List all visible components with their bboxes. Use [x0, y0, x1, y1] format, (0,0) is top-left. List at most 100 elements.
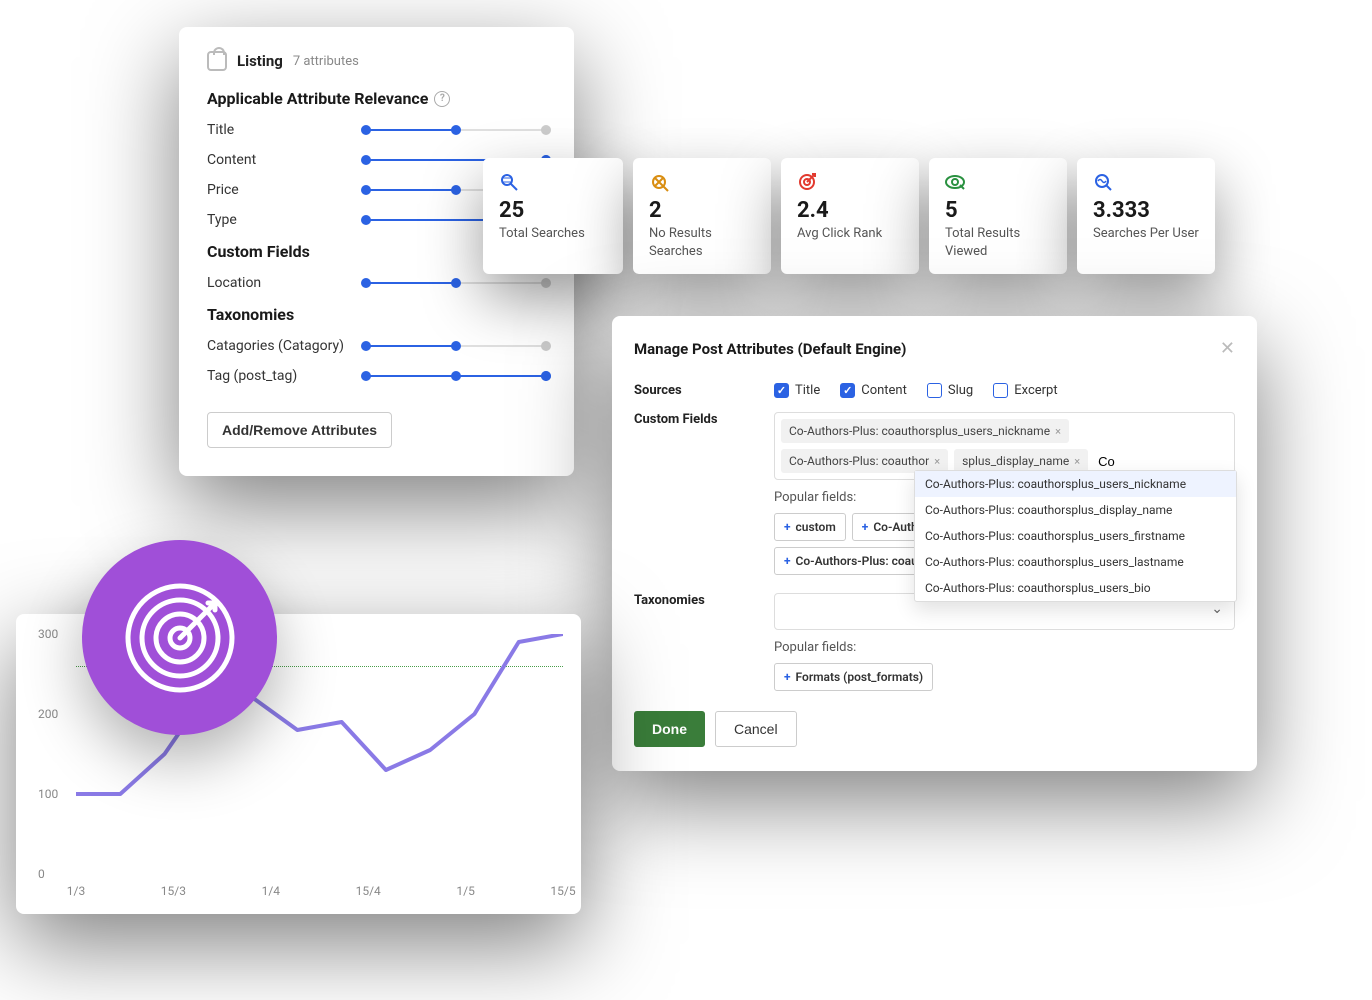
stat-value: 2: [649, 198, 755, 223]
stat-icon: [1093, 172, 1113, 192]
y-axis-tick: 100: [38, 787, 58, 801]
stat-icon: [797, 172, 817, 192]
checkbox-label: Slug: [948, 383, 973, 398]
checkbox-label: Title: [795, 383, 820, 398]
source-checkbox[interactable]: Content: [840, 383, 907, 398]
slider-label: Price: [207, 182, 239, 198]
section-label: Custom Fields: [207, 242, 310, 261]
bag-icon: [207, 51, 227, 71]
dropdown-item[interactable]: Co-Authors-Plus: coauthorsplus_users_bio: [915, 575, 1236, 601]
checkbox-icon: [774, 383, 789, 398]
stat-value: 25: [499, 198, 607, 223]
slider-label: Location: [207, 275, 261, 291]
listing-header: Listing 7 attributes: [207, 51, 546, 71]
checkbox-icon: [840, 383, 855, 398]
section-label: Applicable Attribute Relevance: [207, 89, 428, 108]
dropdown-item[interactable]: Co-Authors-Plus: coauthorsplus_users_las…: [915, 549, 1236, 575]
stat-label: Searches Per User: [1093, 225, 1199, 243]
sources-label: Sources: [634, 383, 774, 398]
manage-button-row: Done Cancel: [634, 711, 1235, 747]
listing-title: Listing: [237, 52, 283, 70]
x-axis-tick: 1/5: [456, 884, 474, 898]
custom-fields-label: Custom Fields: [634, 412, 774, 427]
stat-label: Total Searches: [499, 225, 607, 243]
slider-label: Tag (post_tag): [207, 368, 297, 384]
dropdown-item[interactable]: Co-Authors-Plus: coauthorsplus_users_nic…: [915, 471, 1236, 497]
popular-field-pill[interactable]: + Formats (post_formats): [774, 663, 933, 691]
source-checkbox[interactable]: Title: [774, 383, 820, 398]
stat-card: 5 Total Results Viewed: [929, 158, 1067, 274]
manage-header: Manage Post Attributes (Default Engine) …: [634, 338, 1235, 359]
radar-icon: [120, 578, 240, 698]
plus-icon: +: [784, 670, 791, 684]
taxonomies-row: Taxonomies Popular fields: + Formats (po…: [634, 593, 1235, 691]
cancel-button[interactable]: Cancel: [715, 711, 797, 747]
section-label: Taxonomies: [207, 305, 294, 324]
relevance-slider[interactable]: [366, 125, 546, 135]
stat-value: 5: [945, 198, 1051, 223]
relevance-slider[interactable]: [366, 341, 546, 351]
help-icon[interactable]: ?: [434, 91, 450, 107]
stat-icon: [945, 172, 965, 192]
sources-row: Sources Title Content Slug Excerpt: [634, 383, 1235, 398]
plus-icon: +: [784, 554, 791, 568]
taxonomies-label: Taxonomies: [634, 593, 774, 608]
stat-label: No Results Searches: [649, 225, 755, 260]
autocomplete-dropdown: Co-Authors-Plus: coauthorsplus_users_nic…: [914, 470, 1237, 602]
section-taxonomies: Taxonomies: [207, 305, 546, 324]
popular-taxonomies: + Formats (post_formats): [774, 663, 1235, 691]
tag-remove-icon[interactable]: ×: [934, 455, 940, 468]
relevance-slider[interactable]: [366, 278, 546, 288]
close-icon[interactable]: ✕: [1220, 338, 1235, 359]
stat-icon: [649, 172, 669, 192]
section-attribute-relevance: Applicable Attribute Relevance ?: [207, 89, 546, 108]
stat-card: 3.333 Searches Per User: [1077, 158, 1215, 274]
slider-label: Title: [207, 122, 234, 138]
slider-label: Content: [207, 152, 256, 168]
plus-icon: +: [862, 520, 869, 534]
y-axis-tick: 200: [38, 707, 58, 721]
stat-card: 25 Total Searches: [483, 158, 623, 274]
stat-card: 2 No Results Searches: [633, 158, 771, 274]
dropdown-item[interactable]: Co-Authors-Plus: coauthorsplus_display_n…: [915, 497, 1236, 523]
source-checkbox[interactable]: Slug: [927, 383, 973, 398]
radar-badge: [82, 540, 277, 735]
slider-row: Catagories (Catagory): [207, 338, 546, 354]
source-checkbox[interactable]: Excerpt: [993, 383, 1057, 398]
stat-icon: [499, 172, 519, 192]
x-axis-tick: 1/4: [262, 884, 280, 898]
stats-row: 25 Total Searches 2 No Results Searches …: [483, 158, 1215, 274]
slider-row: Location: [207, 275, 546, 291]
attribute-count: 7 attributes: [293, 54, 359, 69]
popular-field-pill[interactable]: + custom: [774, 513, 846, 541]
checkbox-icon: [993, 383, 1008, 398]
tag-remove-icon[interactable]: ×: [1074, 455, 1080, 468]
slider-label: Catagories (Catagory): [207, 338, 344, 354]
custom-fields-row: Custom Fields Co-Authors-Plus: coauthors…: [634, 412, 1235, 575]
checkbox-label: Excerpt: [1014, 383, 1057, 398]
add-remove-attributes-button[interactable]: Add/Remove Attributes: [207, 412, 392, 448]
y-axis-tick: 300: [38, 627, 58, 641]
relevance-slider[interactable]: [366, 371, 546, 381]
stat-label: Avg Click Rank: [797, 225, 903, 243]
checkbox-label: Content: [861, 383, 907, 398]
manage-post-attributes-panel: Manage Post Attributes (Default Engine) …: [612, 316, 1257, 771]
x-axis-tick: 1/3: [67, 884, 85, 898]
sources-group: Title Content Slug Excerpt: [774, 383, 1235, 398]
slider-row: Title: [207, 122, 546, 138]
stat-value: 2.4: [797, 198, 903, 223]
custom-field-tag: Co-Authors-Plus: coauthorsplus_users_nic…: [781, 419, 1069, 443]
popular-field-pill[interactable]: + Co-Authors-Plus: coau: [774, 547, 928, 575]
x-axis-tick: 15/5: [550, 884, 575, 898]
dropdown-item[interactable]: Co-Authors-Plus: coauthorsplus_users_fir…: [915, 523, 1236, 549]
plus-icon: +: [784, 520, 791, 534]
x-axis-tick: 15/3: [161, 884, 186, 898]
done-button[interactable]: Done: [634, 711, 705, 747]
manage-title: Manage Post Attributes (Default Engine): [634, 340, 906, 358]
popular-taxonomies-label: Popular fields:: [774, 640, 1235, 655]
stat-value: 3.333: [1093, 198, 1199, 223]
slider-label: Type: [207, 212, 237, 228]
stat-card: 2.4 Avg Click Rank: [781, 158, 919, 274]
x-axis-tick: 15/4: [356, 884, 381, 898]
tag-remove-icon[interactable]: ×: [1055, 425, 1061, 438]
